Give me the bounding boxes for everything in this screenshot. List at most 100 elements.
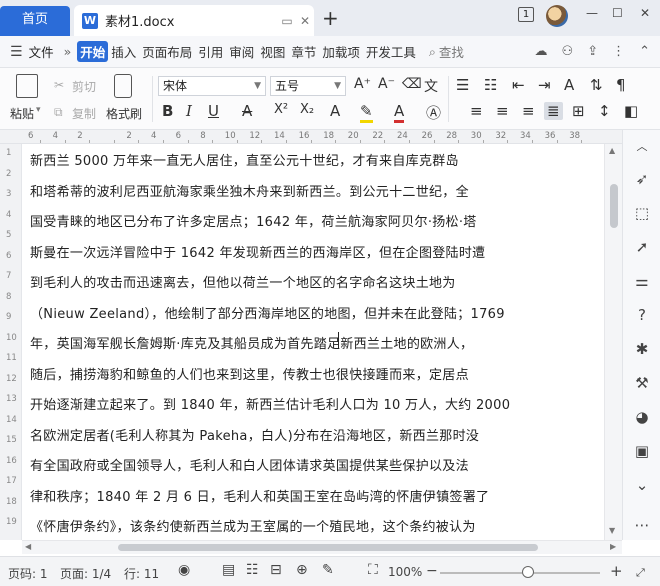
scroll-up-icon[interactable]: ▲	[609, 146, 615, 155]
web-view-icon[interactable]: ⊕	[296, 562, 308, 578]
wrench-icon[interactable]: ⚒	[633, 374, 651, 392]
eye-protection-icon[interactable]: ◉	[178, 562, 190, 578]
strikethrough-button[interactable]: A	[242, 102, 252, 120]
highlight-icon[interactable]: ✎	[360, 102, 373, 123]
lightbulb-icon[interactable]: ✱	[633, 340, 651, 358]
line-status[interactable]: 行: 11	[124, 565, 159, 582]
vertical-ruler[interactable]: 1 2 3 4 5 6 7 8 9 10 11 12 13 14 15 16 17 18 19	[0, 144, 22, 540]
copy-button[interactable]: 复制	[72, 105, 96, 122]
reading-view-icon[interactable]: ⊟	[270, 562, 282, 578]
pages-status[interactable]: 页面: 1/4	[60, 565, 111, 582]
minimize-button[interactable]: —	[586, 6, 598, 20]
menu-tab-developer[interactable]: 开发工具	[363, 42, 419, 61]
menu-file[interactable]: 文件	[29, 42, 54, 61]
avatar[interactable]	[546, 5, 568, 27]
select-cursor-icon[interactable]: ⬚	[633, 204, 651, 222]
align-left-icon[interactable]: ≡	[470, 102, 483, 120]
increase-indent-icon[interactable]: ⇥	[538, 76, 551, 94]
align-right-icon[interactable]: ≡	[522, 102, 535, 120]
new-tab-button[interactable]: +	[322, 8, 339, 28]
text-effect-icon[interactable]: A	[330, 102, 340, 120]
chevron-right-icon[interactable]: »	[64, 44, 72, 59]
outline-view-icon[interactable]: ☷	[246, 562, 259, 578]
page-number-status[interactable]: 页码: 1	[8, 565, 48, 582]
show-marks-icon[interactable]: ¶	[616, 76, 626, 94]
shrink-font-icon[interactable]: A⁻	[378, 76, 395, 92]
cut-button[interactable]: 剪切	[72, 78, 96, 95]
palette-icon[interactable]: ◕	[633, 408, 651, 426]
justify-icon[interactable]: ≣	[544, 102, 563, 120]
grow-font-icon[interactable]: A⁺	[354, 76, 371, 92]
more-options-icon[interactable]: ⋯	[633, 516, 651, 534]
menu-tab-reference[interactable]: 引用	[195, 42, 226, 61]
maximize-button[interactable]: ☐	[612, 6, 623, 20]
tab-document[interactable]: W 素材1.docx ▭ ✕	[74, 5, 314, 36]
zoom-in-button[interactable]: +	[610, 562, 623, 580]
collapse-ribbon-icon[interactable]: ⌃	[639, 44, 650, 59]
sliders-icon[interactable]: ⚌	[633, 272, 651, 290]
pinyin-icon[interactable]: 文	[424, 76, 438, 96]
menu-tab-insert[interactable]: 插入	[108, 42, 139, 61]
format-painter-icon[interactable]	[114, 74, 132, 98]
pointer-icon[interactable]: ➚	[633, 238, 651, 256]
zoom-out-button[interactable]: −	[426, 563, 438, 579]
menu-tab-start[interactable]: 开始	[77, 41, 109, 62]
chevron-down-icon[interactable]: ⌄	[633, 476, 651, 494]
sort-icon[interactable]: ⇅	[590, 76, 603, 94]
chevron-up-icon[interactable]: ︿	[633, 138, 651, 156]
scroll-right-icon[interactable]: ▶	[610, 542, 616, 551]
chinese-layout-icon[interactable]: A	[564, 76, 574, 94]
zoom-level[interactable]: 100%	[388, 565, 422, 579]
bullet-list-icon[interactable]: ☰	[456, 76, 469, 94]
screen-icon[interactable]: ▭	[278, 14, 296, 28]
italic-button[interactable]: I	[186, 102, 192, 120]
menu-tab-view[interactable]: 视图	[257, 42, 288, 61]
scroll-down-icon[interactable]: ▼	[609, 526, 615, 535]
close-tab-icon[interactable]: ✕	[296, 14, 314, 28]
paste-icon[interactable]	[16, 74, 38, 98]
font-size-select[interactable]: 五号 ▼	[270, 76, 346, 96]
fullscreen-icon[interactable]: ⤢	[636, 566, 645, 580]
distribute-icon[interactable]: ⊞	[572, 102, 585, 120]
tab-home[interactable]: 首页	[0, 6, 70, 36]
menu-tab-section[interactable]: 章节	[288, 42, 319, 61]
menu-tab-review[interactable]: 审阅	[226, 42, 257, 61]
cloud-sync-icon[interactable]: ☁	[535, 44, 548, 59]
fit-page-icon[interactable]: ⛶	[368, 562, 378, 578]
share-icon[interactable]: ⇪	[587, 44, 598, 59]
subscript-button[interactable]: X₂	[300, 102, 314, 117]
underline-button[interactable]: U	[208, 102, 219, 120]
horizontal-scrollbar[interactable]: ◀ ▶	[22, 540, 622, 554]
paste-button-label[interactable]: 粘贴	[10, 105, 34, 122]
bold-button[interactable]: B	[162, 102, 173, 120]
align-center-icon[interactable]: ≡	[496, 102, 509, 120]
decrease-indent-icon[interactable]: ⇤	[512, 76, 525, 94]
rocket-icon[interactable]: ➶	[633, 170, 651, 188]
numbered-list-icon[interactable]: ☷	[484, 76, 497, 94]
char-border-icon[interactable]: Ⓐ	[426, 102, 441, 123]
font-name-select[interactable]: 宋体 ▼	[158, 76, 266, 96]
writing-mode-icon[interactable]: ✎	[322, 562, 334, 578]
scroll-left-icon[interactable]: ◀	[25, 542, 31, 551]
superscript-button[interactable]: X²	[274, 102, 288, 117]
vertical-scrollbar[interactable]: ▲ ▼	[604, 144, 622, 540]
paste-dropdown-icon[interactable]: ▾	[36, 105, 41, 115]
collaborate-icon[interactable]: ⚇	[562, 44, 574, 59]
window-count-badge[interactable]: 1	[518, 7, 534, 22]
horizontal-ruler[interactable]: 6 4 2 2 4 6 8 10 12 14 16 18 20 22 24 26 28 30 32 34 36 38	[0, 130, 622, 144]
more-icon[interactable]: ⋮	[612, 44, 625, 59]
shading-icon[interactable]: ◧	[624, 102, 638, 120]
format-painter-button[interactable]: 格式刷	[106, 105, 142, 122]
search-box[interactable]: ⌕ 查找	[429, 42, 464, 61]
help-icon[interactable]: ?	[633, 306, 651, 324]
line-spacing-icon[interactable]: ↕	[598, 102, 611, 120]
menu-icon[interactable]: ☰	[10, 44, 23, 60]
document-body[interactable]: 新西兰 5000 万年来一直无人居住，直至公元十世纪，才有来自库克群岛 和塔希蒂的…	[22, 144, 604, 540]
zoom-slider[interactable]	[440, 572, 600, 574]
page-view-icon[interactable]: ▤	[222, 562, 235, 578]
image-icon[interactable]: ▣	[633, 442, 651, 460]
font-color-icon[interactable]: A	[394, 102, 405, 123]
menu-tab-layout[interactable]: 页面布局	[139, 42, 195, 61]
zoom-slider-handle[interactable]	[522, 566, 534, 578]
hscroll-thumb[interactable]	[118, 544, 538, 551]
